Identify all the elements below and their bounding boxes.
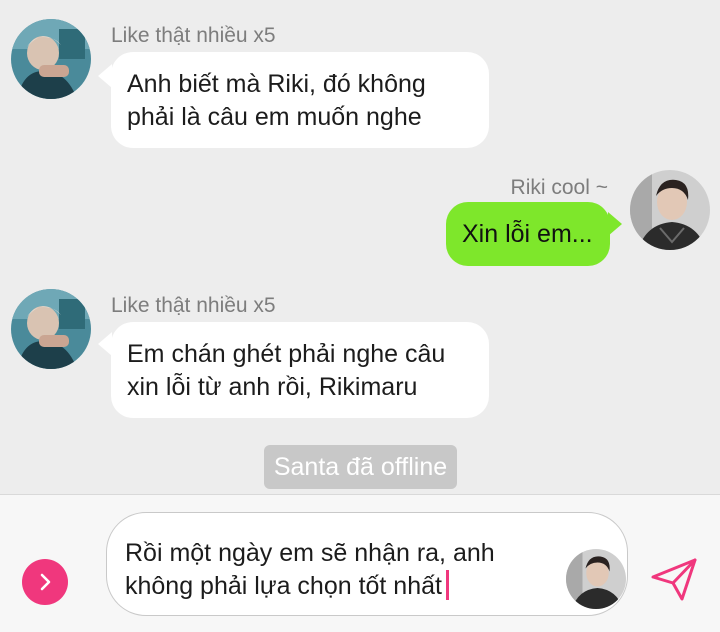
contact-avatar[interactable]: [11, 289, 91, 369]
message-line: Xin lỗi em...: [462, 220, 593, 248]
message-input-text[interactable]: Rồi một ngày em sẽ nhận ra, anh không ph…: [125, 537, 565, 603]
message-input[interactable]: Rồi một ngày em sẽ nhận ra, anh không ph…: [106, 512, 628, 616]
send-button[interactable]: [648, 553, 700, 605]
message-bubble-incoming[interactable]: Anh biết mà Riki, đó không phải là câu e…: [111, 52, 489, 148]
bubble-tail: [608, 212, 622, 236]
message-line: Anh biết mà Riki, đó không: [127, 70, 426, 98]
contact-avatar[interactable]: [11, 19, 91, 99]
text-caret: [445, 570, 449, 600]
chat-area[interactable]: Like thật nhiều x5 Anh biết mà Riki, đó …: [0, 0, 720, 494]
composer-bar: Rồi một ngày em sẽ nhận ra, anh không ph…: [0, 494, 720, 632]
bubble-tail: [98, 64, 112, 88]
expand-button[interactable]: [22, 559, 68, 605]
message-bubble-outgoing[interactable]: Xin lỗi em...: [446, 202, 610, 266]
message-line: xin lỗi từ anh rồi, Rikimaru: [127, 373, 418, 401]
sender-name: Like thật nhiều x5: [111, 24, 276, 47]
user-avatar[interactable]: [630, 170, 710, 250]
input-line: Rồi một ngày em sẽ nhận ra, anh: [125, 539, 495, 567]
paper-plane-icon: [651, 558, 697, 601]
bubble-tail: [98, 332, 112, 356]
message-line: phải là câu em muốn nghe: [127, 103, 422, 131]
sender-name: Like thật nhiều x5: [111, 294, 276, 317]
chevron-right-icon: [40, 573, 51, 591]
sender-avatar-small[interactable]: [566, 549, 626, 609]
message-line: Em chán ghét phải nghe câu: [127, 340, 446, 368]
sender-name: Riki cool ~: [510, 176, 608, 199]
message-bubble-incoming[interactable]: Em chán ghét phải nghe câu xin lỗi từ an…: [111, 322, 489, 418]
system-notice: Santa đã offline: [264, 445, 457, 489]
input-line: không phải lựa chọn tốt nhất: [125, 572, 442, 600]
